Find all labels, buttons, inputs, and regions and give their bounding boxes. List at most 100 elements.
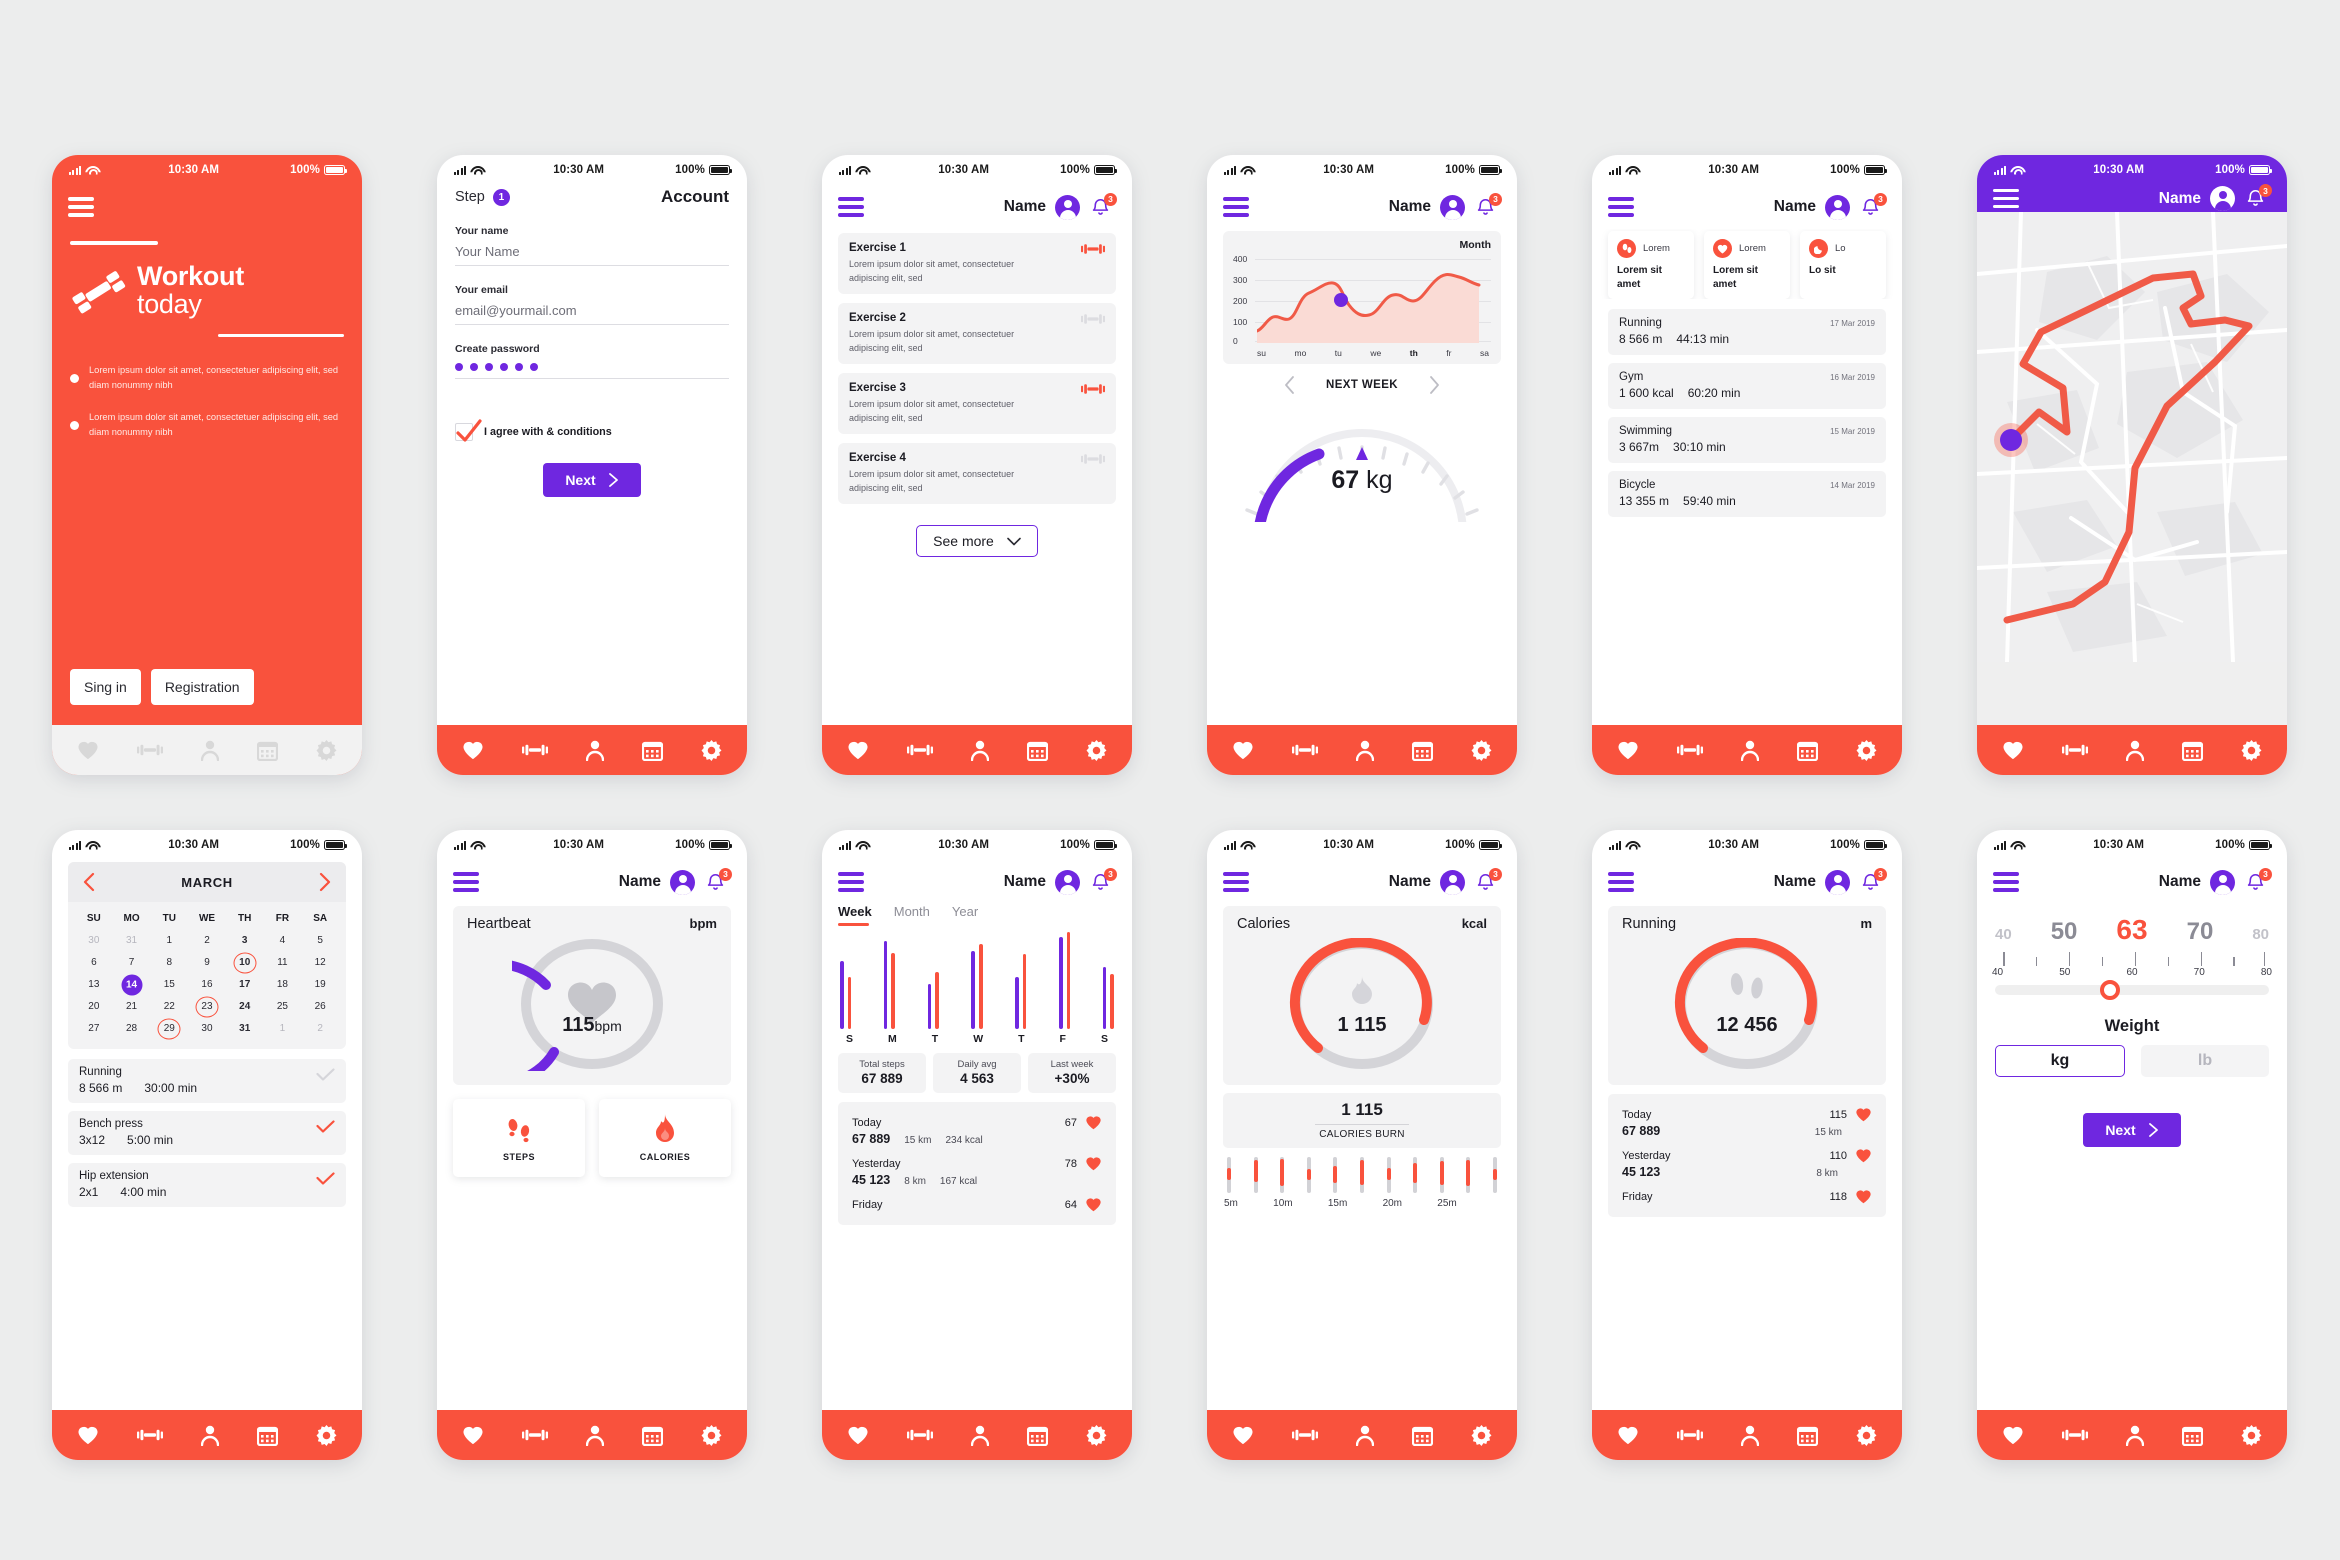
- calendar-day[interactable]: 30: [188, 1019, 226, 1039]
- calendar-day[interactable]: 26: [301, 997, 339, 1017]
- calendar-day[interactable]: 3: [226, 931, 264, 951]
- calendar-day[interactable]: 28: [113, 1019, 151, 1039]
- calendar-day[interactable]: 31: [113, 931, 151, 951]
- avatar[interactable]: [2210, 869, 2235, 895]
- menu-icon[interactable]: [1223, 197, 1249, 217]
- gear-icon[interactable]: [316, 739, 337, 761]
- dumbbell-icon[interactable]: [1292, 1428, 1318, 1442]
- dumbbell-icon[interactable]: [522, 743, 548, 757]
- dumbbell-icon[interactable]: [1292, 743, 1318, 757]
- list-item[interactable]: Lorem Lorem sit amet: [1704, 231, 1790, 299]
- gear-icon[interactable]: [2241, 739, 2262, 761]
- user-icon[interactable]: [2126, 740, 2144, 761]
- menu-icon[interactable]: [838, 872, 864, 892]
- gear-icon[interactable]: [701, 739, 722, 761]
- gear-icon[interactable]: [1856, 739, 1877, 761]
- calendar-day[interactable]: 16: [188, 975, 226, 995]
- heart-icon[interactable]: [2002, 740, 2024, 760]
- user-icon[interactable]: [971, 1425, 989, 1446]
- user-icon[interactable]: [1741, 1425, 1759, 1446]
- calendar-day[interactable]: 5: [301, 931, 339, 951]
- calendar-day-marked[interactable]: 10: [226, 953, 264, 973]
- calendar-day[interactable]: 2: [188, 931, 226, 951]
- calendar-icon[interactable]: [1797, 740, 1818, 761]
- heart-icon[interactable]: [77, 740, 99, 760]
- dumbbell-icon[interactable]: [522, 1428, 548, 1442]
- gear-icon[interactable]: [701, 1424, 722, 1446]
- dumbbell-icon[interactable]: [907, 743, 933, 757]
- avatar[interactable]: [1440, 194, 1465, 220]
- list-item[interactable]: Exercise 3 Lorem ipsum dolor sit amet, c…: [838, 373, 1116, 434]
- weight-slider[interactable]: [1995, 980, 2269, 1000]
- calendar-icon[interactable]: [2182, 1425, 2203, 1446]
- table-row[interactable]: Friday 118: [1622, 1184, 1872, 1209]
- activity-chip-carousel[interactable]: Lorem Lorem sit amet Lorem Lorem sit ame…: [1592, 229, 1902, 299]
- calendar-day[interactable]: 20: [75, 997, 113, 1017]
- heart-icon[interactable]: [462, 740, 484, 760]
- avatar[interactable]: [670, 869, 695, 895]
- next-button[interactable]: Next: [543, 463, 641, 497]
- calendar-icon[interactable]: [1027, 1425, 1048, 1446]
- avatar[interactable]: [2210, 186, 2235, 211]
- user-icon[interactable]: [586, 740, 604, 761]
- calendar-day[interactable]: 15: [150, 975, 188, 995]
- gear-icon[interactable]: [1471, 1424, 1492, 1446]
- calendar-day-selected[interactable]: 14: [113, 974, 151, 996]
- notifications-button[interactable]: 3: [1474, 867, 1502, 896]
- menu-icon[interactable]: [1993, 188, 2019, 209]
- table-row[interactable]: Bicycle 14 Mar 2019 13 355 m 59:40 min: [1608, 471, 1886, 517]
- menu-icon[interactable]: [1223, 872, 1249, 892]
- calendar-day-marked[interactable]: 29: [150, 1019, 188, 1039]
- user-icon[interactable]: [971, 740, 989, 761]
- calendar-day[interactable]: 13: [75, 975, 113, 995]
- table-row[interactable]: Friday 64: [852, 1192, 1102, 1217]
- terms-checkbox[interactable]: [455, 419, 482, 442]
- next-month-button[interactable]: [318, 872, 332, 892]
- steps-tile[interactable]: STEPS: [453, 1099, 585, 1177]
- calendar-day[interactable]: 31: [226, 1019, 264, 1039]
- menu-icon[interactable]: [68, 197, 94, 217]
- heart-icon[interactable]: [77, 1425, 99, 1445]
- calendar-day[interactable]: 30: [75, 931, 113, 951]
- notifications-button[interactable]: 3: [1859, 867, 1887, 896]
- email-input[interactable]: [455, 301, 729, 325]
- user-icon[interactable]: [2126, 1425, 2144, 1446]
- gear-icon[interactable]: [1856, 1424, 1877, 1446]
- dumbbell-icon[interactable]: [907, 1428, 933, 1442]
- dumbbell-icon[interactable]: [1677, 743, 1703, 757]
- notifications-button[interactable]: 3: [2244, 867, 2272, 896]
- notifications-button[interactable]: 3: [1474, 192, 1502, 221]
- calendar-day[interactable]: 4: [264, 931, 302, 951]
- dumbbell-icon[interactable]: [2062, 1428, 2088, 1442]
- dumbbell-icon[interactable]: [137, 1428, 163, 1442]
- user-icon[interactable]: [1741, 740, 1759, 761]
- calendar-day[interactable]: 7: [113, 953, 151, 973]
- user-icon[interactable]: [201, 1425, 219, 1446]
- calendar-day[interactable]: 24: [226, 997, 264, 1017]
- chevron-left-icon[interactable]: [1283, 376, 1296, 394]
- calendar-day[interactable]: 9: [188, 953, 226, 973]
- calendar-day[interactable]: 1: [264, 1019, 302, 1039]
- calendar-day[interactable]: 2: [301, 1019, 339, 1039]
- list-item[interactable]: Exercise 4 Lorem ipsum dolor sit amet, c…: [838, 443, 1116, 504]
- chevron-right-icon[interactable]: [1428, 376, 1441, 394]
- prev-month-button[interactable]: [82, 872, 96, 892]
- calendar-icon[interactable]: [2182, 740, 2203, 761]
- menu-icon[interactable]: [838, 197, 864, 217]
- menu-icon[interactable]: [1608, 197, 1634, 217]
- notifications-button[interactable]: 3: [704, 867, 732, 896]
- heart-icon[interactable]: [1232, 740, 1254, 760]
- table-row[interactable]: Today 67 67 889 15 km 234 kcal: [852, 1110, 1102, 1151]
- avatar[interactable]: [1440, 869, 1465, 895]
- heart-icon[interactable]: [847, 1425, 869, 1445]
- avatar[interactable]: [1055, 869, 1080, 895]
- calendar-day[interactable]: 25: [264, 997, 302, 1017]
- list-item[interactable]: Lo Lo sit: [1800, 231, 1886, 299]
- table-row[interactable]: Swimming 15 Mar 2019 3 667m 30:10 min: [1608, 417, 1886, 463]
- gear-icon[interactable]: [1471, 739, 1492, 761]
- calendar-icon[interactable]: [1027, 740, 1048, 761]
- unit-lb-button[interactable]: lb: [2141, 1045, 2269, 1077]
- calendar-icon[interactable]: [1412, 1425, 1433, 1446]
- list-item[interactable]: Lorem Lorem sit amet: [1608, 231, 1694, 299]
- calendar-day[interactable]: 12: [301, 953, 339, 973]
